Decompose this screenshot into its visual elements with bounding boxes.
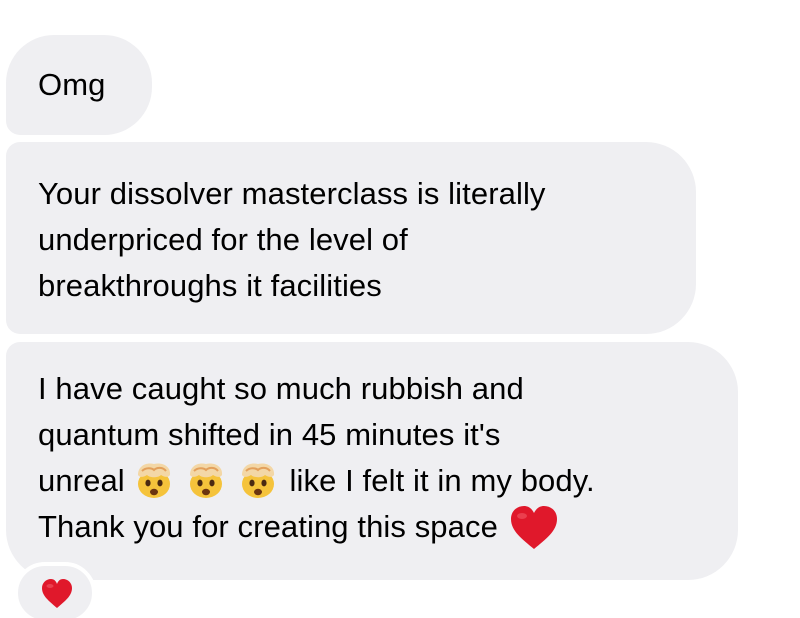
message-text-line: Your dissolver masterclass is literally: [38, 176, 546, 211]
exploding-head-icon: [238, 461, 278, 499]
red-heart-icon: [40, 578, 74, 610]
exploding-head-icon: [134, 461, 174, 499]
message-bubble-omg[interactable]: Omg: [6, 35, 152, 135]
exploding-head-icon: [186, 461, 226, 499]
message-text-fragment: unreal: [38, 463, 125, 498]
message-text-fragment: like I felt it in my body.: [289, 463, 595, 498]
message-bubble-quantum-shift[interactable]: I have caught so much rubbish and quantu…: [6, 342, 738, 580]
message-bubble-masterclass[interactable]: Your dissolver masterclass is literally …: [6, 142, 696, 334]
message-text-line: underpriced for the level of: [38, 222, 408, 257]
message-text-fragment: Thank you for creating this space: [38, 509, 498, 544]
red-heart-icon: [508, 505, 560, 551]
heart-reaction-badge[interactable]: [14, 562, 96, 618]
message-text-line: I have caught so much rubbish and: [38, 371, 524, 406]
message-text-line: quantum shifted in 45 minutes it's: [38, 417, 501, 452]
message-text-line: Omg: [38, 67, 106, 102]
message-text-line-with-emojis: unreal like I felt it in my body.: [38, 458, 718, 504]
message-text-line-with-heart: Thank you for creating this space: [38, 504, 718, 551]
message-text-line: breakthroughs it facilities: [38, 268, 382, 303]
